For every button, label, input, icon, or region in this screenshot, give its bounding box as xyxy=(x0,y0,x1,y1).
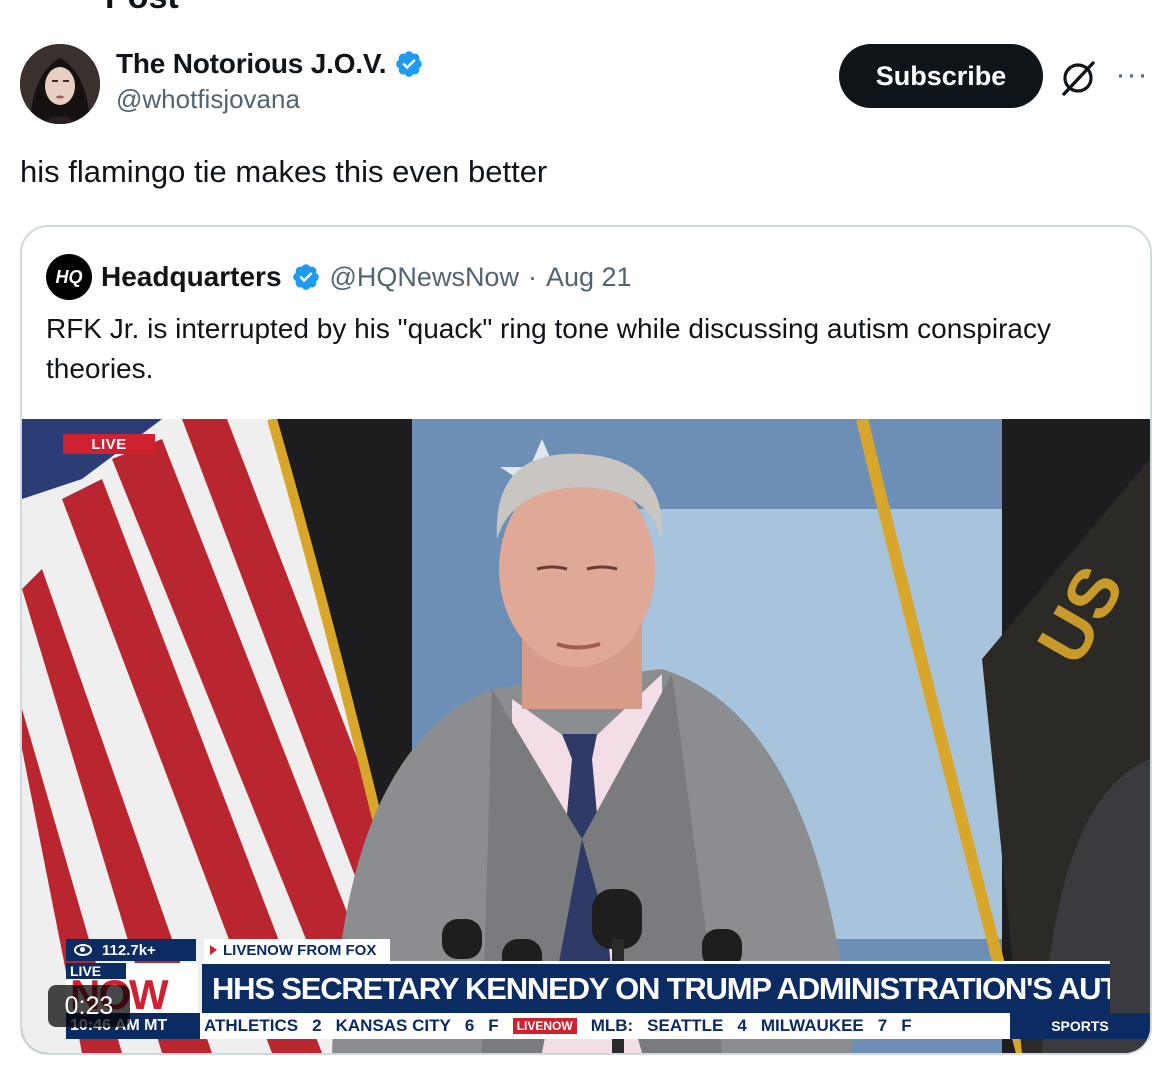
post-text: his flamingo tie makes this even better xyxy=(20,154,548,189)
meta-separator: · xyxy=(527,261,537,292)
broadcast-source-label: LIVENOW FROM FOX xyxy=(223,941,377,959)
ticker-item: 4 xyxy=(737,1016,747,1035)
eye-icon xyxy=(74,944,92,956)
quoted-post-card[interactable]: HQ Headquarters @HQNewsNow · Aug 21 RFK … xyxy=(20,225,1152,1055)
ticker-item: KANSAS CITY xyxy=(335,1016,451,1035)
author-avatar[interactable] xyxy=(20,44,100,124)
ticker-item: F xyxy=(488,1016,499,1035)
quoted-author-handle[interactable]: @HQNewsNow xyxy=(330,262,519,293)
ticker-item: ATHLETICS xyxy=(204,1016,299,1035)
quoted-post-header: HQ Headquarters @HQNewsNow · Aug 21 xyxy=(46,254,632,300)
subscribe-button[interactable]: Subscribe xyxy=(839,44,1043,108)
news-lower-third: 112.7k+ LIVENOW FROM FOX LIVE NOW HHS SE… xyxy=(22,939,1150,1053)
verified-badge-icon xyxy=(394,49,424,79)
verified-badge-icon xyxy=(291,262,321,292)
author-handle[interactable]: @whotfisjovana xyxy=(116,84,424,115)
grok-icon[interactable] xyxy=(1056,56,1100,100)
ticker-item: 2 xyxy=(312,1016,322,1035)
ticker-item: MLB: xyxy=(590,1016,634,1035)
post-author: The Notorious J.O.V. @whotfisjovana xyxy=(116,48,424,115)
author-name[interactable]: The Notorious J.O.V. xyxy=(116,48,387,80)
live-tag: LIVE xyxy=(63,434,155,454)
news-ticker: 10:46 AM MT ATHLETICS 2 KANSAS CITY 6 F … xyxy=(66,1013,1150,1039)
quoted-author-avatar[interactable]: HQ xyxy=(46,254,92,300)
quoted-post-date[interactable]: Aug 21 xyxy=(546,262,632,293)
quoted-post-text: RFK Jr. is interrupted by his "quack" ri… xyxy=(46,313,1051,384)
video-player[interactable]: US LIVE 112.7k+ LIVENOW FROM FOX LIVE HH… xyxy=(22,419,1150,1053)
ticker-item: MILWAUKEE xyxy=(760,1016,864,1035)
news-headline: HHS SECRETARY KENNEDY ON TRUMP ADMINISTR… xyxy=(202,961,1110,1013)
play-triangle-icon xyxy=(210,945,217,955)
ticker-item: SEATTLE xyxy=(647,1016,724,1035)
viewer-count: 112.7k+ xyxy=(66,939,196,961)
quoted-author-name[interactable]: Headquarters xyxy=(101,261,282,293)
ticker-sports: SPORTS xyxy=(1010,1013,1150,1039)
page-heading: Post xyxy=(105,0,179,17)
broadcast-source: LIVENOW FROM FOX xyxy=(204,939,390,961)
ticker-item: 6 xyxy=(464,1016,475,1035)
more-icon[interactable]: ··· xyxy=(1112,60,1152,96)
ticker-item: 7 xyxy=(877,1016,888,1035)
video-duration: 0:23 xyxy=(48,985,130,1027)
ticker-badge: LIVENOW xyxy=(512,1018,577,1034)
viewer-count-value: 112.7k+ xyxy=(102,941,156,959)
ticker-item: F xyxy=(901,1016,912,1035)
ticker-scroll: ATHLETICS 2 KANSAS CITY 6 F LIVENOW MLB:… xyxy=(202,1013,1034,1039)
